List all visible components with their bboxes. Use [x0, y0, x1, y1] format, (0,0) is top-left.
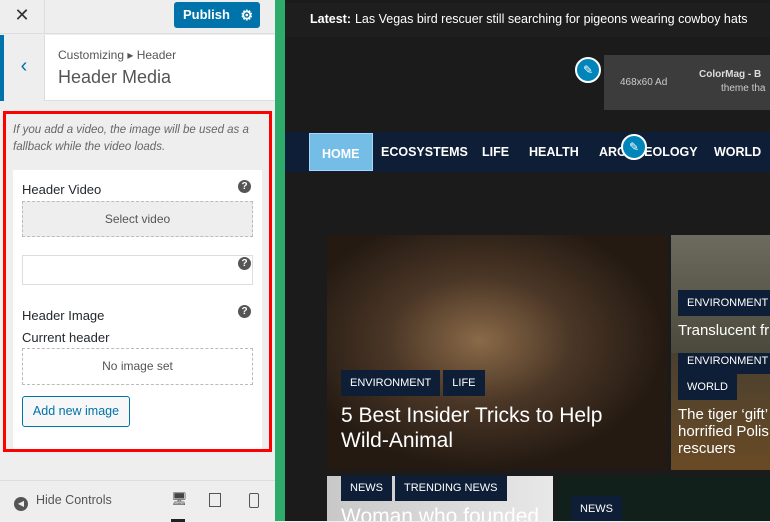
- nav-home[interactable]: HOME: [309, 133, 373, 171]
- post-tags: NEWS TRENDING NEWS: [341, 476, 510, 501]
- preview-frame-border: [275, 0, 285, 521]
- breaking-news-ticker: Latest: Las Vegas bird rescuer still sear…: [285, 3, 770, 37]
- ad-title: ColorMag - B: [699, 69, 762, 80]
- main-navigation: HOME ECOSYSTEMS LIFE HEALTH ARCHAEOLOGY …: [285, 132, 770, 172]
- nav-archaeology[interactable]: ARCHAEOLOGY: [599, 132, 698, 172]
- nav-health[interactable]: HEALTH: [529, 132, 579, 172]
- footer-actions: ◀ Hide Controls 🖥: [0, 480, 275, 522]
- nav-ecosystems[interactable]: ECOSYSTEMS: [381, 132, 468, 172]
- highlight-box: [3, 111, 272, 452]
- tag-environment[interactable]: ENVIRONMENT: [678, 353, 770, 374]
- mobile-preview-icon[interactable]: [249, 493, 259, 508]
- bottom-post-card[interactable]: NEWS TRENDING NEWS Woman who founded: [327, 476, 553, 521]
- back-button[interactable]: ‹: [0, 35, 45, 101]
- post-title[interactable]: Woman who founded: [341, 504, 539, 521]
- nav-world[interactable]: WORLD: [714, 132, 761, 172]
- post-title[interactable]: 5 Best Insider Tricks to Help Wild-Anima…: [341, 403, 641, 453]
- edit-pencil-icon[interactable]: ✎: [575, 57, 601, 83]
- publish-label: Publish: [183, 7, 230, 22]
- customizer-header: ✕ Publish ⚙: [0, 0, 275, 34]
- ad-size-label: 468x60 Ad: [620, 77, 668, 88]
- section-title: Header Media: [58, 67, 172, 87]
- bottom-post-card[interactable]: NEWS: [557, 476, 770, 521]
- close-icon[interactable]: ✕: [14, 5, 29, 25]
- breadcrumb: Customizing ▸ Header: [58, 48, 177, 62]
- post-tags: ENVIRONMENT: [678, 290, 770, 316]
- tag-environment[interactable]: ENVIRONMENT: [341, 370, 441, 396]
- gear-icon[interactable]: ⚙: [240, 2, 253, 28]
- tag-news[interactable]: NEWS: [571, 496, 622, 521]
- tag-trending-news[interactable]: TRENDING NEWS: [395, 476, 507, 501]
- post-tags: ENVIRONMENTWORLD: [678, 353, 770, 400]
- ticker-link[interactable]: Las Vegas bird rescuer still searching f…: [355, 12, 748, 26]
- post-title[interactable]: The tiger ‘gift’ horrified Polis rescuer…: [678, 406, 770, 457]
- edit-pencil-icon[interactable]: ✎: [621, 134, 647, 160]
- customizer-sidebar: ✕ Publish ⚙ ‹ Customizing ▸ Header Header…: [0, 0, 275, 522]
- hide-controls-label: Hide Controls: [36, 493, 112, 507]
- tag-news[interactable]: NEWS: [341, 476, 392, 501]
- tablet-preview-icon[interactable]: [209, 493, 221, 507]
- tag-world[interactable]: WORLD: [678, 374, 737, 400]
- desktop-preview-icon[interactable]: 🖥: [171, 491, 188, 522]
- side-post-card[interactable]: ENVIRONMENT Translucent fr: [671, 235, 770, 353]
- tag-life[interactable]: LIFE: [443, 370, 485, 396]
- ad-banner[interactable]: 468x60 Ad ColorMag - B theme tha: [604, 55, 770, 110]
- post-title[interactable]: Translucent fr: [678, 322, 769, 339]
- collapse-icon: ◀: [14, 497, 28, 511]
- close-customizer-button[interactable]: ✕: [0, 0, 45, 34]
- featured-post-card[interactable]: ENVIRONMENT LIFE 5 Best Insider Tricks to…: [327, 235, 667, 470]
- chevron-left-icon: ‹: [20, 55, 28, 77]
- ad-subtitle: theme tha: [721, 83, 766, 94]
- tag-environment[interactable]: ENVIRONMENT: [678, 290, 770, 316]
- publish-button[interactable]: Publish ⚙: [174, 2, 260, 28]
- nav-life[interactable]: LIFE: [482, 132, 509, 172]
- hide-controls-button[interactable]: ◀ Hide Controls: [14, 493, 112, 511]
- ticker-label: Latest:: [310, 12, 351, 26]
- post-tags: ENVIRONMENT LIFE: [341, 370, 488, 396]
- section-header: ‹ Customizing ▸ Header Header Media: [0, 35, 275, 101]
- post-tags: NEWS: [571, 496, 625, 521]
- side-post-card[interactable]: ENVIRONMENTWORLD The tiger ‘gift’ horrif…: [671, 353, 770, 470]
